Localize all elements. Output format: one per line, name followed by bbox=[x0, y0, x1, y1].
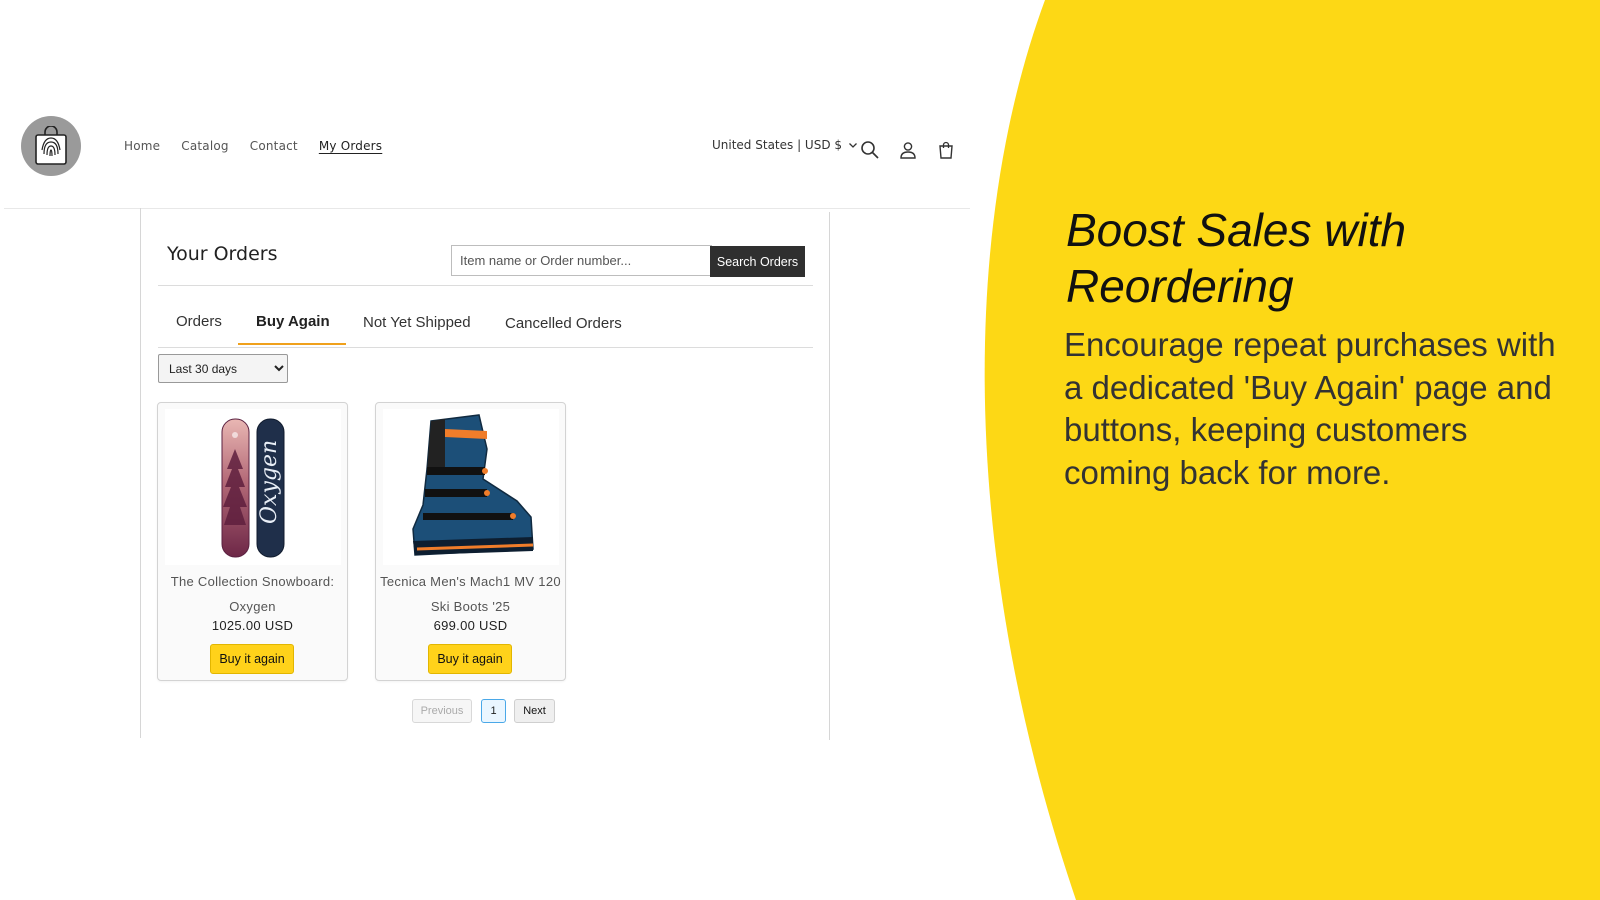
product-price: 1025.00 USD bbox=[211, 618, 294, 633]
nav-catalog[interactable]: Catalog bbox=[181, 139, 228, 153]
search-orders-button[interactable]: Search Orders bbox=[710, 246, 805, 277]
active-tab-indicator bbox=[238, 343, 346, 345]
product-image-snowboard[interactable]: Oxygen bbox=[165, 409, 341, 565]
product-card-snowboard: Oxygen The Collection Snowboard: Oxygen … bbox=[157, 402, 348, 681]
chevron-down-icon bbox=[849, 143, 857, 148]
marketing-body: Encourage repeat purchases with a dedica… bbox=[1064, 326, 1556, 491]
product-name-line-1: The Collection Snowboard: bbox=[170, 574, 335, 589]
marketing-headline: Boost Sales with Reordering bbox=[1066, 204, 1407, 312]
page-1-button[interactable]: 1 bbox=[481, 699, 506, 723]
snowboard-graphic-text: Oxygen bbox=[257, 440, 282, 524]
buy-it-again-button[interactable]: Buy it again bbox=[210, 644, 294, 674]
header-divider bbox=[4, 208, 970, 209]
time-period-select[interactable]: Last 30 days bbox=[158, 354, 288, 383]
previous-page-button[interactable]: Previous bbox=[412, 699, 472, 723]
buy-it-again-button[interactable]: Buy it again bbox=[428, 644, 512, 674]
nav-home[interactable]: Home bbox=[124, 139, 160, 153]
nav-contact[interactable]: Contact bbox=[250, 139, 298, 153]
fingerprint-bag-icon bbox=[35, 126, 67, 165]
tabs-divider bbox=[158, 347, 813, 348]
page-title: Your Orders bbox=[167, 243, 278, 265]
country-selector-label: United States | USD $ bbox=[712, 138, 843, 152]
product-card-ski-boots: Tecnica Men's Mach1 MV 120 Ski Boots '25… bbox=[375, 402, 566, 681]
cart-icon[interactable] bbox=[935, 139, 957, 161]
product-name-line-1: Tecnica Men's Mach1 MV 120 bbox=[380, 574, 561, 589]
product-name[interactable]: The Collection Snowboard: Oxygen bbox=[158, 569, 347, 619]
tab-cancelled-orders[interactable]: Cancelled Orders bbox=[505, 315, 622, 332]
product-name[interactable]: Tecnica Men's Mach1 MV 120 Ski Boots '25 bbox=[376, 569, 565, 619]
product-name-line-2: Oxygen bbox=[229, 599, 276, 614]
order-search-input[interactable] bbox=[451, 245, 712, 276]
search-icon[interactable] bbox=[859, 139, 881, 161]
product-price: 699.00 USD bbox=[433, 618, 508, 633]
account-icon[interactable] bbox=[897, 139, 919, 161]
content-border-left bbox=[140, 208, 141, 738]
store-logo[interactable] bbox=[21, 116, 81, 176]
content-border-right bbox=[829, 212, 830, 740]
tab-orders[interactable]: Orders bbox=[176, 313, 222, 330]
country-selector[interactable]: United States | USD $ bbox=[712, 138, 858, 152]
next-page-button[interactable]: Next bbox=[514, 699, 555, 723]
product-name-line-2: Ski Boots '25 bbox=[430, 599, 511, 614]
tab-buy-again[interactable]: Buy Again bbox=[256, 313, 330, 330]
main-navigation: Home Catalog Contact My Orders bbox=[124, 139, 403, 153]
title-divider bbox=[158, 285, 813, 286]
product-image-ski-boots[interactable] bbox=[383, 409, 559, 565]
tab-not-yet-shipped[interactable]: Not Yet Shipped bbox=[363, 314, 471, 331]
nav-my-orders[interactable]: My Orders bbox=[319, 139, 382, 153]
